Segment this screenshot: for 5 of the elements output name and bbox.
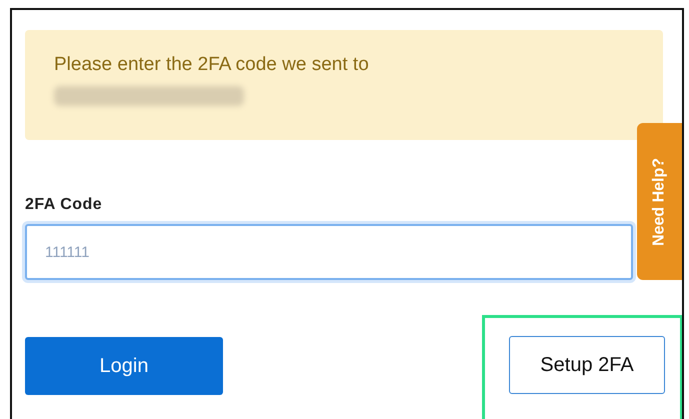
alert-message: Please enter the 2FA code we sent to [54, 54, 369, 76]
setup-button[interactable]: Setup 2FA [509, 336, 665, 394]
help-tab[interactable]: Need Help? [637, 123, 682, 280]
login-button[interactable]: Login [25, 337, 223, 395]
code-input-field[interactable]: 111111 [25, 224, 633, 280]
